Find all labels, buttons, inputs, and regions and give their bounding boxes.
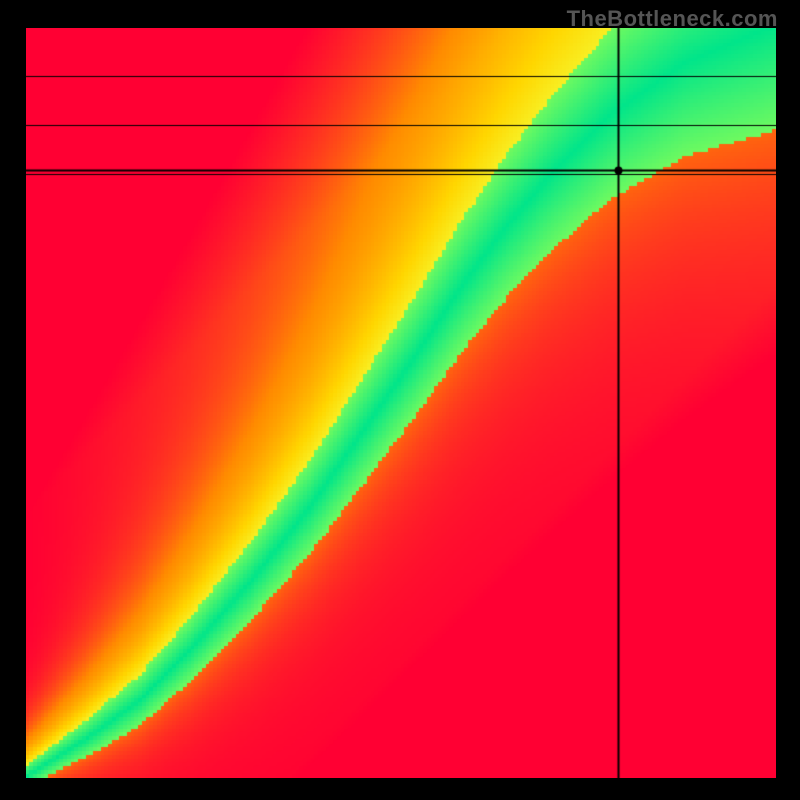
chart-frame: TheBottleneck.com bbox=[0, 0, 800, 800]
bottleneck-heatmap bbox=[26, 28, 776, 778]
